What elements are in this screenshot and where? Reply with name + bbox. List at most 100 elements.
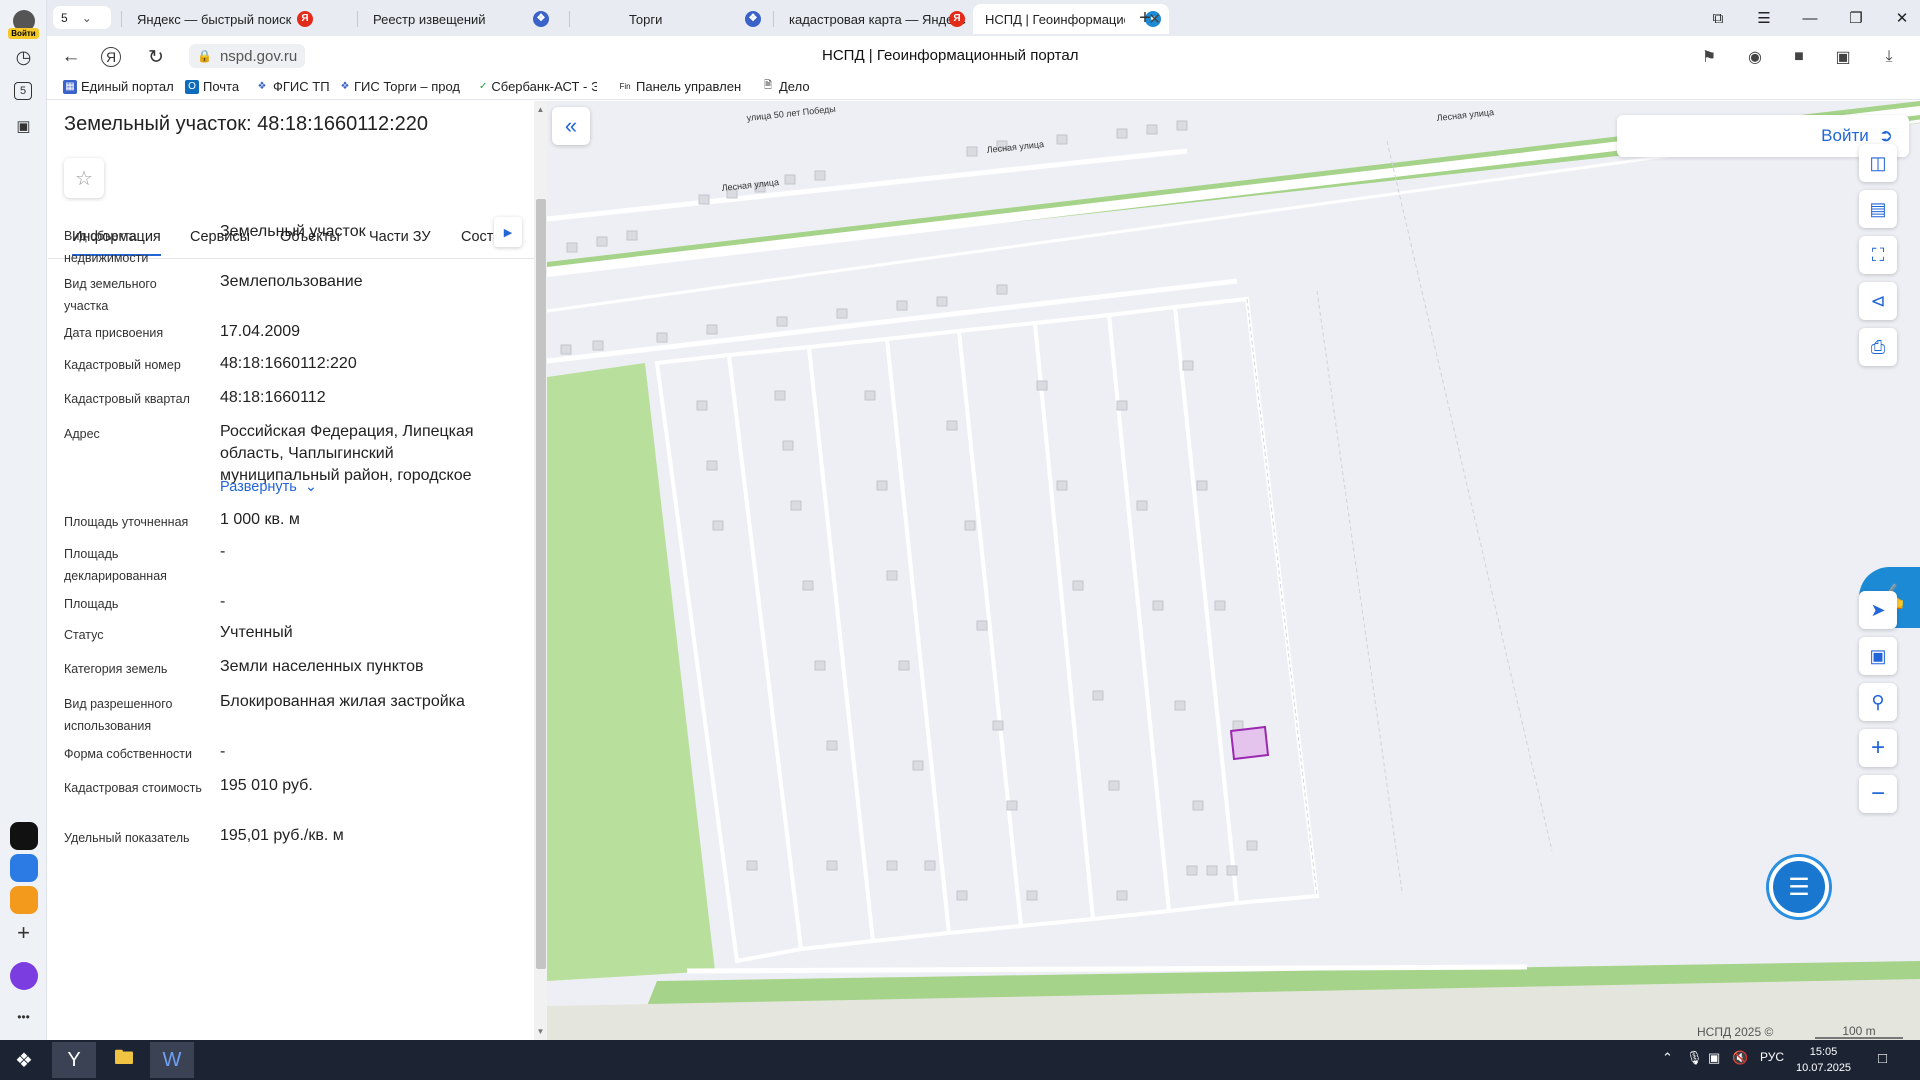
collapse-panel-button[interactable]: «: [552, 107, 590, 145]
more-icon[interactable]: •••: [10, 1003, 37, 1030]
print-icon[interactable]: ⎙: [1859, 328, 1897, 366]
bookmark-item[interactable]: 🗎 Дело: [761, 79, 810, 94]
object-info-panel: Земельный участок: 48:18:1660112:220 ☆ И…: [48, 101, 534, 1040]
field-label: Статус: [64, 628, 104, 642]
bookmark-icon[interactable]: ⚑: [1697, 45, 1721, 69]
history-icon[interactable]: ◷: [10, 44, 37, 71]
bookmark-item[interactable]: ❖ ГИС Торги – прод: [340, 79, 461, 94]
outlook-icon: O: [185, 79, 199, 94]
bookmark-item[interactable]: ❖ ФГИС ТП: [255, 79, 330, 94]
field-value: Земли населенных пунктов: [220, 658, 424, 675]
share-icon[interactable]: ⊲: [1859, 282, 1897, 320]
new-tab-button[interactable]: +: [1133, 6, 1157, 30]
field-label: Кадастровый квартал: [64, 392, 190, 406]
tab-torgi[interactable]: ❖ Торги: [573, 4, 773, 34]
add-app-icon[interactable]: +: [10, 919, 37, 946]
clock[interactable]: 15:05 10.07.2025: [1796, 1044, 1851, 1076]
mic-icon[interactable]: 🎙: [1686, 1050, 1703, 1066]
map-canvas[interactable]: улица 50 лет Победы Лесная улица Лесная …: [547, 101, 1920, 1040]
menu-icon[interactable]: ☰: [1752, 6, 1776, 30]
chevron-down-icon: ⌄: [81, 10, 92, 25]
file-explorer-icon[interactable]: 🖿: [102, 1042, 146, 1078]
notifications-icon[interactable]: □: [1878, 1050, 1887, 1067]
field-value: Землепользование: [220, 273, 363, 290]
tray-chevron-icon[interactable]: ⌃: [1662, 1050, 1673, 1066]
zoom-out-button[interactable]: −: [1859, 775, 1897, 813]
account-label: Войти: [8, 27, 39, 39]
favorite-star-icon[interactable]: ☆: [64, 158, 104, 198]
close-window-button[interactable]: ✕: [1890, 6, 1914, 30]
reading-icon[interactable]: ▣: [1831, 45, 1855, 69]
bookmark-item[interactable]: Fin Панель управлен: [618, 79, 748, 94]
ruler-icon[interactable]: ▤: [1859, 190, 1897, 228]
panel-scrollbar[interactable]: ▲ ▼: [534, 101, 547, 1040]
messages-icon[interactable]: ☰: [1769, 857, 1829, 917]
scroll-down-icon[interactable]: ▼: [534, 1025, 547, 1038]
geo-search-icon[interactable]: ⚲: [1859, 683, 1897, 721]
login-icon: ➲: [1878, 126, 1893, 145]
field-value: -: [220, 743, 226, 760]
vpn-icon[interactable]: ■: [1787, 45, 1811, 69]
field-label: Кадастровый номер: [64, 358, 181, 372]
field-label: Кадастровая стоимость: [64, 781, 202, 795]
url-field[interactable]: 🔒 nspd.gov.ru: [189, 44, 306, 68]
network-icon[interactable]: ▣: [1708, 1050, 1720, 1066]
bookmark-item[interactable]: O Почта: [185, 79, 239, 94]
field-label: Форма собственности: [64, 747, 192, 761]
field-value: Учтенный: [220, 624, 293, 641]
screenshot-icon[interactable]: ▣: [10, 112, 37, 139]
field-label: Адрес: [64, 427, 100, 441]
scroll-up-icon[interactable]: ▲: [534, 103, 547, 116]
tab-count: 5: [61, 10, 68, 25]
field-value: -: [220, 543, 226, 560]
field-label: Площадь: [64, 597, 119, 611]
minimap-icon[interactable]: ▣: [1859, 637, 1897, 675]
copyright: НСПД 2025 ©: [1697, 1025, 1774, 1039]
windows-start-icon[interactable]: ❖: [2, 1042, 46, 1078]
page-title: НСПД | Геоинформационный портал: [822, 47, 1079, 64]
layers-icon[interactable]: ◫: [1859, 144, 1897, 182]
field-label: Площадь декларированная: [64, 547, 167, 583]
minimize-button[interactable]: —: [1798, 6, 1822, 30]
tabs-count-icon[interactable]: 5: [14, 82, 32, 100]
collections-icon[interactable]: ⧉: [1706, 6, 1730, 30]
reload-button[interactable]: ↻: [143, 44, 169, 70]
field-label: Площадь уточненная: [64, 515, 189, 529]
gerb-icon: ❖: [340, 81, 350, 92]
yandex-browser-icon[interactable]: Y: [52, 1042, 96, 1078]
language-indicator[interactable]: РУС: [1760, 1050, 1784, 1064]
account-button[interactable]: Войти: [5, 4, 42, 44]
tab-cadastral-map[interactable]: Якадастровая карта — Яндекс: [777, 4, 973, 34]
alice-app-icon[interactable]: [10, 822, 38, 850]
map-svg: улица 50 лет Победы Лесная улица Лесная …: [547, 101, 1920, 1040]
zoom-in-button[interactable]: +: [1859, 729, 1897, 767]
restore-button[interactable]: ❐: [1844, 6, 1868, 30]
bookmark-item[interactable]: ▦ Единый портал: [63, 79, 174, 94]
browser-sidebar: Войти ◷ 5 ▣ + •••: [0, 0, 47, 1040]
extension-icon[interactable]: ◉: [1743, 45, 1767, 69]
field-value: 195 010 руб.: [220, 777, 313, 794]
yandex-button[interactable]: Я: [101, 47, 121, 67]
area-search-icon[interactable]: ⛶: [1859, 236, 1897, 274]
bookmarks-bar: ▦ Единый портал O Почта ❖ ФГИС ТП ❖ ГИС Торг…: [47, 76, 1920, 100]
street-label: улица 50 лет Победы: [746, 104, 836, 123]
alice-icon[interactable]: [10, 962, 38, 990]
locate-icon[interactable]: ➤: [1859, 591, 1897, 629]
messenger-app-icon[interactable]: [10, 854, 38, 882]
expand-link[interactable]: Развернуть ⌄: [220, 479, 317, 495]
tab-count-button[interactable]: 5 ⌄: [53, 6, 111, 29]
sber-icon: ✓: [479, 81, 488, 92]
scrollbar-thumb[interactable]: [536, 199, 546, 969]
tab-registry[interactable]: ❖ Реестр извещений: [361, 4, 569, 34]
gerb-icon: ❖: [533, 11, 549, 27]
bookmark-item[interactable]: ✓ Сбербанк-АСТ - Э: [479, 79, 597, 94]
word-icon[interactable]: W: [150, 1042, 194, 1078]
gerb-icon: ❖: [257, 81, 267, 92]
field-value: -: [220, 593, 226, 610]
back-button[interactable]: ←: [58, 44, 84, 70]
volume-icon[interactable]: 🔇: [1732, 1050, 1748, 1066]
field-label: Дата присвоения: [64, 326, 164, 340]
tab-yandex[interactable]: Я Яндекс — быстрый поиск: [125, 4, 357, 34]
downloads-icon[interactable]: ⤓: [1877, 45, 1901, 69]
mail-app-icon[interactable]: [10, 886, 38, 914]
